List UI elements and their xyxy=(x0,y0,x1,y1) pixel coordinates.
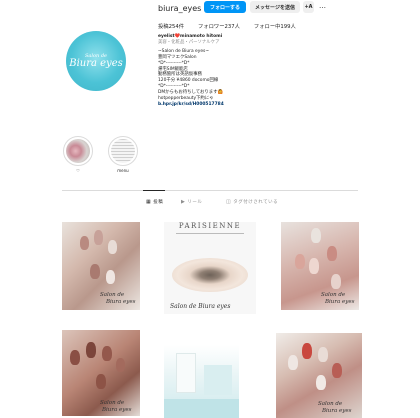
avatar-image: Salon de Biura eyes xyxy=(66,31,126,91)
nail-shape xyxy=(331,274,341,289)
post-caption: Salon de xyxy=(318,401,343,407)
suggested-accounts-button[interactable]: +A xyxy=(303,1,314,13)
tab-label: リール xyxy=(187,200,203,205)
reels-icon: ▶ xyxy=(181,199,186,205)
post-caption: Salon de Biura eyes xyxy=(170,303,231,310)
nail-shape xyxy=(102,346,112,361)
post-caption: Biura eyes xyxy=(322,408,352,414)
nail-shape xyxy=(309,258,319,274)
salon-interior-panel xyxy=(176,353,196,393)
nail-shape xyxy=(288,355,298,370)
profile-bio: eyelist❤️minamoto hitomi 美容・化粧品・パーソナルケア … xyxy=(158,34,308,108)
nail-shape xyxy=(108,240,117,254)
tabs-divider xyxy=(62,190,358,191)
avatar-text-bottom: Biura eyes xyxy=(69,58,123,69)
follow-button[interactable]: フォローする xyxy=(204,1,246,13)
highlight-item[interactable]: ♡ xyxy=(63,136,93,173)
post-thumbnail[interactable] xyxy=(164,345,239,418)
nail-shape xyxy=(311,228,321,243)
nail-shape xyxy=(70,350,80,365)
nail-shape xyxy=(106,270,115,284)
nail-shape xyxy=(302,343,312,359)
nail-shape xyxy=(116,358,125,372)
grid-icon: ▦ xyxy=(146,199,152,205)
more-options-icon[interactable]: … xyxy=(319,2,327,10)
highlight-item[interactable]: menu xyxy=(108,136,138,173)
nail-shape xyxy=(96,374,106,389)
post-caption: Biura eyes xyxy=(325,299,355,305)
profile-stats: 投稿254件 フォロワー237人 フォロー中199人 xyxy=(158,22,310,30)
salon-interior-panel xyxy=(204,365,232,395)
posts-count: 投稿254件 xyxy=(158,24,185,30)
tab-label: タグ付けされている xyxy=(233,200,279,205)
post-thumbnail[interactable]: Salon de Biura eyes xyxy=(62,330,140,416)
post-caption: Biura eyes xyxy=(102,407,132,413)
profile-username: biura_eyes xyxy=(158,4,202,13)
post-caption: Salon de xyxy=(100,292,125,298)
post-caption: Biura eyes xyxy=(106,299,136,305)
nail-shape xyxy=(332,363,342,378)
followers-count[interactable]: フォロワー237人 xyxy=(198,22,240,30)
highlight-ring xyxy=(63,136,93,166)
post-thumbnail[interactable]: PARISIENNE Salon de Biura eyes xyxy=(164,222,256,314)
post-brand-text: PARISIENNE xyxy=(178,222,242,230)
following-count[interactable]: フォロー中199人 xyxy=(254,22,296,30)
nail-shape xyxy=(90,264,100,279)
nail-shape xyxy=(327,246,337,261)
post-thumbnail[interactable]: Salon de Biura eyes xyxy=(281,222,359,310)
highlight-label: ♡ xyxy=(76,168,80,173)
bio-website-link[interactable]: b.hpr.jp/kr/sd/H000517784 xyxy=(158,102,308,108)
highlight-label: menu xyxy=(117,168,129,173)
post-caption: Salon de xyxy=(100,400,125,406)
tab-label: 投稿 xyxy=(153,200,164,205)
message-button[interactable]: メッセージを送信 xyxy=(250,1,300,13)
highlight-cover xyxy=(111,139,135,163)
post-thumbnail[interactable]: Salon de Biura eyes xyxy=(62,222,140,310)
nail-shape xyxy=(316,375,326,390)
tab-reels[interactable]: ▶ リール xyxy=(181,199,202,205)
tab-posts[interactable]: ▦ 投稿 xyxy=(146,199,163,205)
tab-tagged[interactable]: ◫ タグ付けされている xyxy=(226,199,278,205)
active-tab-indicator xyxy=(143,190,165,191)
brand-rule xyxy=(176,233,244,234)
salon-interior-floor xyxy=(164,399,239,418)
profile-avatar[interactable]: Salon de Biura eyes xyxy=(66,31,126,91)
nail-shape xyxy=(318,347,328,362)
highlight-cover xyxy=(66,139,90,163)
tag-icon: ◫ xyxy=(226,199,232,205)
nail-shape xyxy=(80,236,89,250)
eye-image xyxy=(172,258,248,292)
nail-shape xyxy=(295,254,305,269)
post-caption: Salon de xyxy=(321,292,346,298)
nail-shape xyxy=(94,230,103,245)
highlight-ring xyxy=(108,136,138,166)
post-thumbnail[interactable]: Salon de Biura eyes xyxy=(276,333,362,418)
nail-shape xyxy=(86,342,96,358)
